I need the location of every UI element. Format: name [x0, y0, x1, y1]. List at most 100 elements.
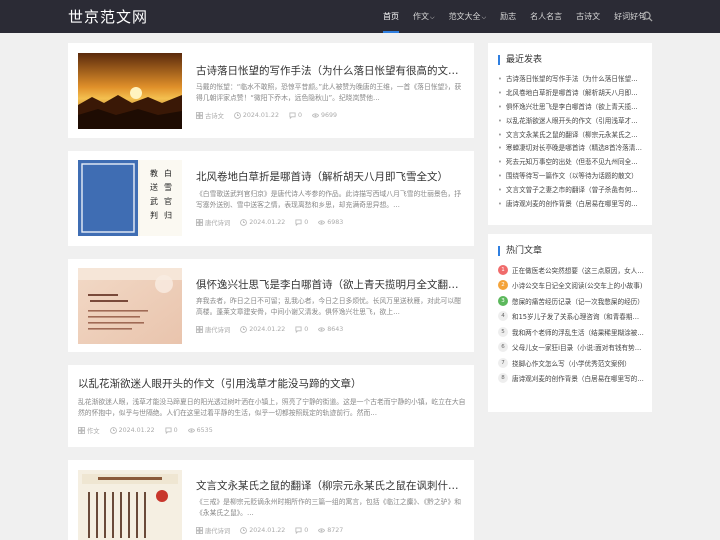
- top-navbar: 世京范文网 首页 作文⌵ 范文大全⌵ 励志 名人名言 古诗文 好词好句: [0, 0, 720, 33]
- article-thumbnail[interactable]: 教 送 武 判 白 雪 官 归: [78, 160, 182, 236]
- meta-date: 2024.01.22: [233, 111, 279, 120]
- hot-posts-widget: 热门文章 1正在做医老公突然想要（这三点原因，女人一定要知道） 2小诗公交车日记…: [488, 234, 652, 412]
- rank-badge: 5: [498, 326, 508, 337]
- list-item[interactable]: 2 小诗公交车日记全文阅读(公交车上的小故事): [498, 278, 644, 294]
- eye-icon: [318, 327, 326, 332]
- list-item[interactable]: •古诗落日怅望的写作手法（为什么落日怅望有很高的文坛地位）: [498, 73, 644, 87]
- article-thumbnail[interactable]: [78, 53, 182, 129]
- search-icon[interactable]: [642, 11, 653, 22]
- classical-text-image: [78, 470, 182, 540]
- nav-item-home[interactable]: 首页: [376, 0, 406, 33]
- nav-item-essay[interactable]: 作文⌵: [406, 0, 442, 33]
- article-meta: 唐代诗词 2024.01.22 0 8727: [196, 526, 343, 535]
- article-meta: 作文 2024.01.22 0 6535: [78, 426, 213, 435]
- list-item[interactable]: • 文言文曾子之妻之市的翻译（曾子杀彘有何寓意）: [498, 184, 644, 198]
- article-meta: 唐代诗词 2024.01.22 0 8643: [196, 325, 343, 334]
- rank-badge: 3: [498, 295, 508, 306]
- comment-icon: [289, 112, 296, 119]
- article-thumbnail[interactable]: [78, 470, 182, 540]
- list-item[interactable]: 1正在做医老公突然想要（这三点原因，女人一定要知道）: [498, 262, 644, 278]
- article-card: 以乱花渐欲迷人眼开头的作文（引用浅草才能没马蹄的文章） 乱花渐欲迷人眼，浅草才能…: [68, 365, 474, 447]
- meta-comments[interactable]: 0: [295, 526, 308, 535]
- svg-text:教: 教: [150, 168, 158, 178]
- meta-views: 8727: [318, 526, 343, 535]
- article-thumbnail[interactable]: [78, 268, 182, 344]
- list-item[interactable]: •俱怀逸兴壮思飞是李白哪首诗（欲上青天揽明月全文翻译）: [498, 101, 644, 115]
- list-item[interactable]: •北风卷地白草折是哪首诗（解析胡天八月即飞雪全文）: [498, 87, 644, 101]
- nav-item-templates[interactable]: 范文大全⌵: [442, 0, 494, 33]
- sunset-mountains-image: [78, 53, 182, 129]
- comment-icon: [295, 527, 302, 534]
- eye-icon: [187, 428, 195, 433]
- article-title[interactable]: 古诗落日怅望的写作手法（为什么落日怅望有很高的文坛地位）: [196, 63, 466, 78]
- widget-title: 最近发表: [498, 55, 542, 65]
- list-item[interactable]: 7 挠脚心作文怎么写（小学优秀范文案例）: [498, 355, 644, 371]
- rank-badge: 2: [498, 280, 508, 291]
- meta-comments[interactable]: 0: [295, 325, 308, 334]
- article-card: 俱怀逸兴壮思飞是李白哪首诗（欲上青天揽明月全文翻译） 弃我去者，昨日之日不可留；…: [68, 259, 474, 352]
- clock-icon: [233, 112, 241, 119]
- article-excerpt: 马戴的怅望：“临水不敢照，恐惊平昔颜。”此人被赞为晚唐的王维，一首《落日怅望》，…: [196, 83, 462, 102]
- clock-icon: [109, 427, 117, 434]
- clock-icon: [240, 527, 248, 534]
- article-meta: 唐代诗词 2024.01.22 0 6983: [196, 218, 343, 227]
- comment-icon: [165, 427, 172, 434]
- calligraphy-image: 教 送 武 判 白 雪 官 归: [78, 160, 182, 236]
- meta-category[interactable]: 古诗文: [196, 111, 224, 120]
- meta-category[interactable]: 作文: [78, 426, 100, 435]
- meta-comments[interactable]: 0: [289, 111, 302, 120]
- article-card: 教 送 武 判 白 雪 官 归 北风卷地白草折是哪首诗（解析胡天八月即飞雪全文）…: [68, 151, 474, 246]
- comment-icon: [295, 219, 302, 226]
- meta-category[interactable]: 唐代诗词: [196, 325, 230, 334]
- article-excerpt: 弃我去者，昨日之日不可留；乱我心者，今日之日多烦忧。长风万里送秋雁，对此可以酣高…: [196, 297, 462, 316]
- list-item[interactable]: • 死去元知万事空的出处（但悲不见九州同全诗）: [498, 156, 644, 170]
- eye-icon: [318, 528, 326, 533]
- meta-category[interactable]: 唐代诗词: [196, 526, 230, 535]
- svg-text:武: 武: [150, 196, 158, 206]
- svg-text:归: 归: [164, 210, 172, 220]
- meta-views: 6535: [187, 426, 213, 435]
- list-item[interactable]: 6 父母儿女一家狂i目录（小说:面对有钱有势的人）: [498, 340, 644, 356]
- category-icon: [196, 527, 203, 534]
- meta-comments[interactable]: 0: [295, 218, 308, 227]
- meta-date: 2024.01.22: [109, 426, 155, 435]
- svg-text:送: 送: [150, 182, 158, 192]
- chevron-down-icon: ⌵: [481, 14, 487, 21]
- meta-comments[interactable]: 0: [165, 426, 178, 435]
- list-item[interactable]: •寒蝉凄切对长亭晚是哪首诗（精选8首冷落清秋节古诗）: [498, 142, 644, 156]
- article-title[interactable]: 文言文永某氏之鼠的翻译（柳宗元永某氏之鼠在讽刺什么样的人）: [196, 478, 466, 493]
- meta-views: 9699: [311, 111, 337, 120]
- widget-title: 热门文章: [498, 246, 542, 256]
- article-excerpt: 乱花渐欲迷人眼，浅草才能没马蹄夏日的阳光透过树叶洒在小镇上，照亮了宁静的街道。这…: [78, 398, 466, 417]
- category-icon: [196, 112, 203, 119]
- list-item[interactable]: 3 憋屎的痛苦经历记录（记一次我憋屎的经历）: [498, 293, 644, 309]
- meta-category[interactable]: 唐代诗词: [196, 218, 230, 227]
- article-title[interactable]: 以乱花渐欲迷人眼开头的作文（引用浅草才能没马蹄的文章）: [78, 376, 466, 391]
- rank-badge: 6: [498, 342, 508, 353]
- list-item[interactable]: 4和15岁儿子发了关系心理咨询（和青春期儿子的相处）: [498, 309, 644, 325]
- svg-text:判: 判: [150, 210, 158, 220]
- list-item[interactable]: 8唐诗观刈麦的创作背景（白居易在哪里写的观刈麦）: [498, 371, 644, 387]
- list-item[interactable]: • 围绕等待写一篇作文（以等待为话题的散文）: [498, 170, 644, 184]
- list-item[interactable]: • 唐诗观刈麦的创作背景（白居易在哪里写的观刈麦）: [498, 198, 644, 212]
- svg-text:官: 官: [164, 196, 172, 206]
- main-nav: 首页 作文⌵ 范文大全⌵ 励志 名人名言 古诗文 好词好句: [376, 0, 653, 33]
- rank-badge: 1: [498, 264, 508, 275]
- list-item[interactable]: •以乱花渐欲迷人眼开头的作文（引用浅草才能没马蹄的文章）: [498, 115, 644, 129]
- recent-posts-widget: 最近发表 •古诗落日怅望的写作手法（为什么落日怅望有很高的文坛地位） •北风卷地…: [488, 43, 652, 225]
- clock-icon: [240, 326, 248, 333]
- svg-text:雪: 雪: [164, 183, 172, 192]
- chevron-down-icon: ⌵: [430, 14, 435, 21]
- article-title[interactable]: 北风卷地白草折是哪首诗（解析胡天八月即飞雪全文）: [196, 169, 466, 184]
- article-card: 古诗落日怅望的写作手法（为什么落日怅望有很高的文坛地位） 马戴的怅望：“临水不敢…: [68, 43, 474, 138]
- eye-icon: [318, 220, 326, 225]
- category-icon: [78, 427, 85, 434]
- nav-item-inspiration[interactable]: 励志: [493, 0, 523, 33]
- list-item[interactable]: 5 我和两个老师的浮乱生活（结果稀里糊涂被开除）: [498, 324, 644, 340]
- article-title[interactable]: 俱怀逸兴壮思飞是李白哪首诗（欲上青天揽明月全文翻译）: [196, 277, 466, 292]
- category-icon: [196, 326, 203, 333]
- nav-item-classics[interactable]: 古诗文: [569, 0, 607, 33]
- site-logo[interactable]: 世京范文网: [68, 6, 148, 27]
- nav-item-quotes[interactable]: 名人名言: [523, 0, 569, 33]
- list-item[interactable]: •文言文永某氏之鼠的翻译（柳宗元永某氏之鼠在讽刺什么样的人）: [498, 129, 644, 143]
